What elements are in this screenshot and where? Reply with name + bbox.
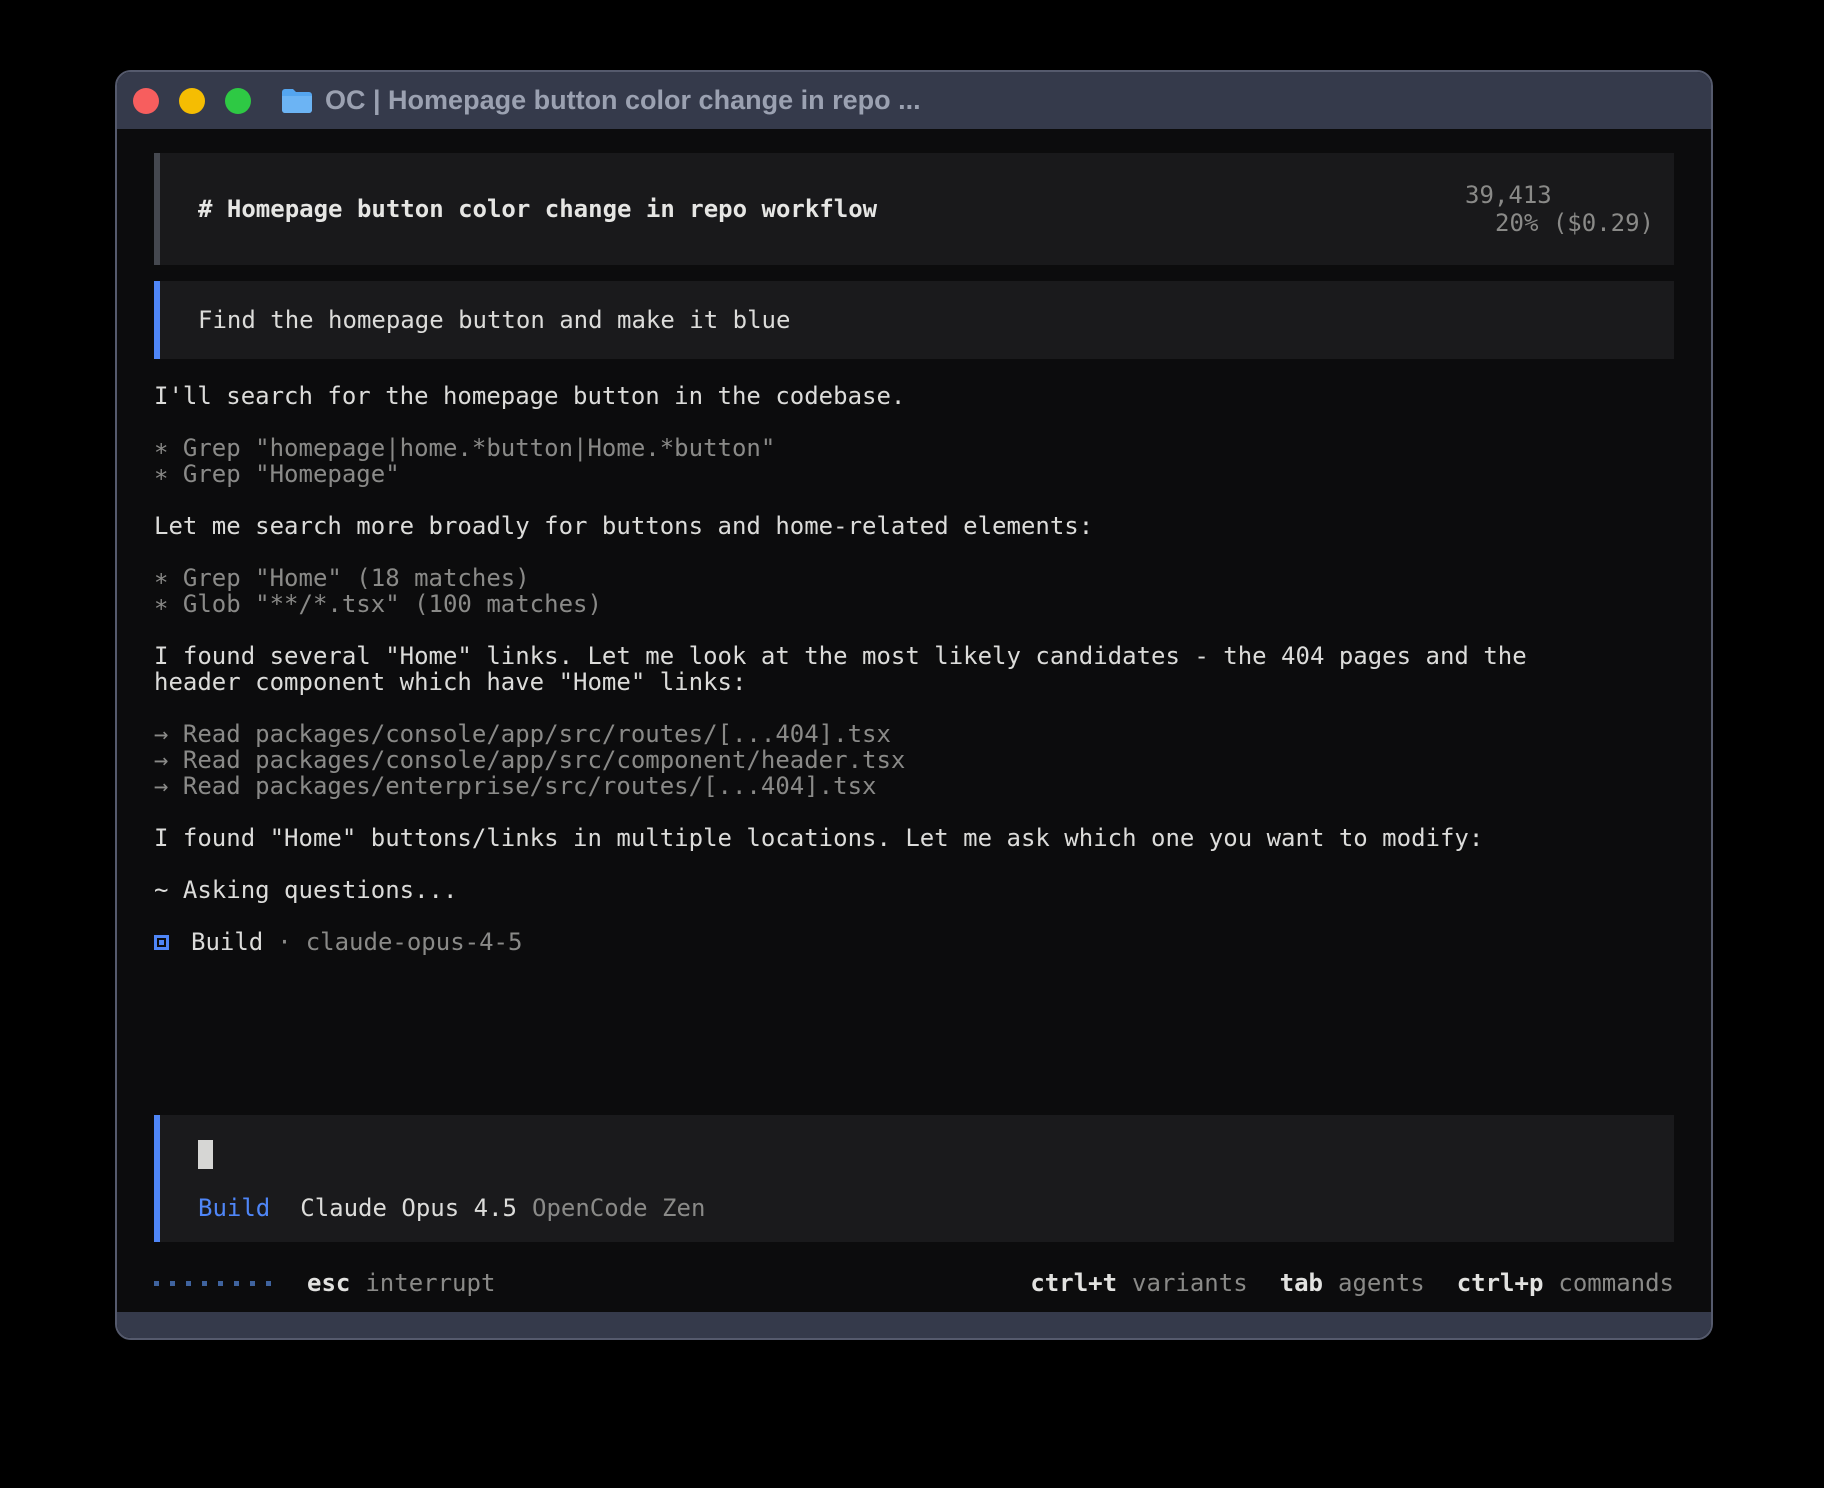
window-title: OC | Homepage button color change in rep… <box>325 85 921 116</box>
minimize-button[interactable] <box>179 88 205 114</box>
assistant-transcript: I'll search for the homepage button in t… <box>154 383 1674 903</box>
active-model-label: Claude Opus 4.5 <box>300 1194 517 1222</box>
transcript-blank-line <box>154 799 1674 825</box>
spinner-dot <box>218 1281 223 1286</box>
agent-badge-icon <box>154 935 169 950</box>
zoom-button[interactable] <box>225 88 251 114</box>
shortcut-key: esc <box>307 1269 350 1297</box>
transcript-blank-line <box>154 695 1674 721</box>
shortcut-key: tab <box>1280 1269 1323 1297</box>
transcript-line: I found several "Home" links. Let me loo… <box>154 643 1674 669</box>
spinner-dots <box>154 1281 271 1286</box>
transcript-blank-line <box>154 539 1674 565</box>
transcript-line: header component which have "Home" links… <box>154 669 1674 695</box>
shortcut-hint-ctrl-t: ctrl+t variants <box>1030 1269 1247 1297</box>
transcript-line: → Read packages/enterprise/src/routes/[.… <box>154 773 1674 799</box>
shortcut-label: variants <box>1132 1269 1248 1297</box>
transcript-line: ∗ Grep "homepage|home.*button|Home.*butt… <box>154 435 1674 461</box>
window-bottom-chrome <box>117 1312 1711 1338</box>
close-button[interactable] <box>133 88 159 114</box>
model-provider-label: OpenCode Zen <box>532 1194 705 1222</box>
shortcut-key: ctrl+t <box>1030 1269 1117 1297</box>
transcript-line: → Read packages/console/app/src/componen… <box>154 747 1674 773</box>
user-message: Find the homepage button and make it blu… <box>154 281 1674 359</box>
transcript-line: ∗ Grep "Home" (18 matches) <box>154 565 1674 591</box>
transcript-blank-line <box>154 409 1674 435</box>
status-bar-left: esc interrupt <box>154 1269 495 1297</box>
transcript-line: I found "Home" buttons/links in multiple… <box>154 825 1674 851</box>
model-status-row: Build Claude Opus 4.5 OpenCode Zen <box>198 1194 1636 1222</box>
hints-left: esc interrupt <box>307 1269 495 1297</box>
shortcut-hint-esc: esc interrupt <box>307 1269 495 1297</box>
agent-badge-separator: · <box>277 928 291 956</box>
prompt-input[interactable]: Build Claude Opus 4.5 OpenCode Zen <box>154 1115 1674 1242</box>
session-header: # Homepage button color change in repo w… <box>154 153 1674 265</box>
spinner-dot <box>266 1281 271 1286</box>
agent-badge-model: claude-opus-4-5 <box>306 928 523 956</box>
shortcut-hint-tab: tab agents <box>1280 1269 1425 1297</box>
shortcut-label: interrupt <box>365 1269 495 1297</box>
spinner-dot <box>186 1281 191 1286</box>
spinner-dot <box>154 1281 159 1286</box>
text-cursor <box>198 1140 213 1169</box>
agent-badge: Build · claude-opus-4-5 <box>154 929 1674 955</box>
transcript-blank-line <box>154 487 1674 513</box>
session-stats: 39,413 20% ($0.29) <box>1349 153 1654 265</box>
window-titlebar[interactable]: OC | Homepage button color change in rep… <box>117 72 1711 129</box>
shortcut-key: ctrl+p <box>1457 1269 1544 1297</box>
token-count: 39,413 <box>1465 181 1552 209</box>
agent-badge-name: Build <box>191 928 263 956</box>
context-usage: 20% ($0.29) <box>1495 209 1654 237</box>
transcript-line: ∗ Glob "**/*.tsx" (100 matches) <box>154 591 1674 617</box>
spinner-dot <box>170 1281 175 1286</box>
shortcut-hint-ctrl-p: ctrl+p commands <box>1457 1269 1674 1297</box>
transcript-line: → Read packages/console/app/src/routes/[… <box>154 721 1674 747</box>
transcript-line: ∗ Grep "Homepage" <box>154 461 1674 487</box>
folder-icon <box>281 88 313 114</box>
transcript-line: ~ Asking questions... <box>154 877 1674 903</box>
session-title: # Homepage button color change in repo w… <box>198 195 877 223</box>
terminal-content: # Homepage button color change in repo w… <box>117 129 1711 1312</box>
active-agent-label: Build <box>198 1194 270 1222</box>
spinner-dot <box>202 1281 207 1286</box>
terminal-window: OC | Homepage button color change in rep… <box>115 70 1713 1340</box>
status-bar: escinterrupt ctrl+tvariantstabagentsctrl… <box>154 1268 1674 1298</box>
transcript-blank-line <box>154 617 1674 643</box>
transcript-line: Let me search more broadly for buttons a… <box>154 513 1674 539</box>
hints-right: ctrl+t variants tab agents ctrl+p commands <box>1030 1269 1674 1297</box>
user-message-text: Find the homepage button and make it blu… <box>198 306 790 334</box>
transcript-blank-line <box>154 851 1674 877</box>
shortcut-label: agents <box>1338 1269 1425 1297</box>
transcript-line: I'll search for the homepage button in t… <box>154 383 1674 409</box>
shortcut-label: commands <box>1558 1269 1674 1297</box>
spinner-dot <box>234 1281 239 1286</box>
spinner-dot <box>250 1281 255 1286</box>
